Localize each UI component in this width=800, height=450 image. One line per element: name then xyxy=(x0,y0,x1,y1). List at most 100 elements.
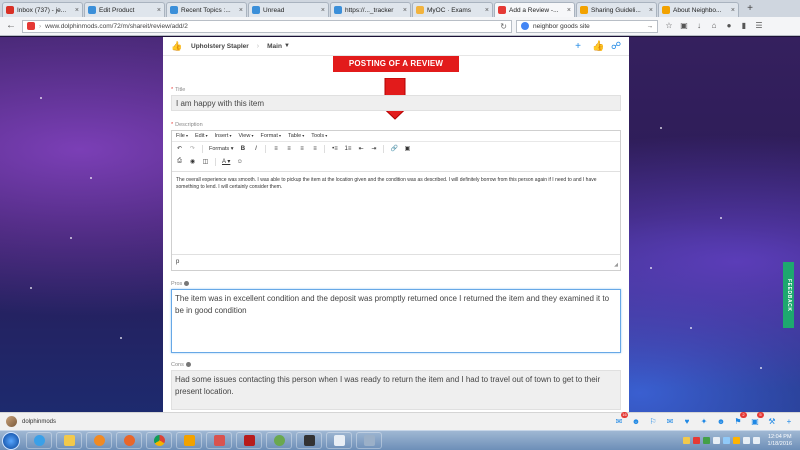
people-icon[interactable]: ☻ xyxy=(716,417,726,427)
browser-tab[interactable]: https://..._tracker × xyxy=(330,2,411,17)
taskbar-media[interactable] xyxy=(86,432,112,449)
browser-tab[interactable]: Sharing Guideli... × xyxy=(576,2,657,17)
tray-icon[interactable] xyxy=(712,437,720,444)
browser-tab[interactable]: Recent Topics :... × xyxy=(166,2,247,17)
close-icon[interactable]: × xyxy=(75,7,79,14)
title-input[interactable]: I am happy with this item xyxy=(171,95,621,111)
heart-icon[interactable]: ♥ xyxy=(682,417,692,427)
numbered-list-icon[interactable]: 1≡ xyxy=(344,146,352,152)
chat-icon[interactable]: ✉ xyxy=(665,417,675,427)
align-center-icon[interactable]: ≡ xyxy=(285,146,292,152)
plus-icon[interactable]: + xyxy=(784,417,794,427)
username[interactable]: dolphinmods xyxy=(22,419,56,425)
close-icon[interactable]: × xyxy=(321,7,325,14)
formats-dropdown[interactable]: Formats ▾ xyxy=(209,146,233,152)
feedback-tab[interactable]: FEEDBACK xyxy=(783,262,794,328)
chat-icon[interactable]: ● xyxy=(724,21,734,31)
search-input[interactable]: neighbor goods site → xyxy=(516,19,658,33)
taskbar-notepad[interactable] xyxy=(326,432,352,449)
taskbar-firefox[interactable] xyxy=(116,432,142,449)
browser-tab[interactable]: Unread × xyxy=(248,2,329,17)
emoticon-icon[interactable]: ☺ xyxy=(236,159,243,165)
close-icon[interactable]: × xyxy=(567,7,571,14)
info-icon[interactable] xyxy=(184,281,190,287)
star-icon[interactable]: ☆ xyxy=(664,21,674,31)
italic-icon[interactable]: I xyxy=(252,146,259,152)
image-icon[interactable]: ▣ xyxy=(404,145,411,152)
editor-menu-item[interactable]: Table xyxy=(288,133,304,139)
close-icon[interactable]: × xyxy=(157,7,161,14)
share-icon[interactable]: ☍ xyxy=(611,41,621,52)
taskbar-explorer[interactable] xyxy=(56,432,82,449)
network-icon[interactable] xyxy=(752,437,760,444)
notifications-icon[interactable]: ⚑ 2 xyxy=(733,411,747,427)
home-icon[interactable]: ⌂ xyxy=(709,21,719,31)
editor-menu-item[interactable]: Insert xyxy=(215,133,232,139)
align-right-icon[interactable]: ≡ xyxy=(298,146,305,152)
tray-icon[interactable] xyxy=(732,437,740,444)
reading-list-icon[interactable]: ▣ xyxy=(679,21,689,31)
browser-tab[interactable]: Add a Review -... × xyxy=(494,2,575,17)
taskbar-paint[interactable] xyxy=(206,432,232,449)
new-tab-button[interactable]: + xyxy=(744,3,756,15)
browser-tab[interactable]: MyOC · Exams × xyxy=(412,2,493,17)
editor-menu-item[interactable]: Tools xyxy=(311,133,327,139)
taskbar-ie[interactable] xyxy=(26,432,52,449)
breadcrumb-item[interactable]: Upholstery Stapler xyxy=(191,43,249,50)
outdent-icon[interactable]: ⇤ xyxy=(357,145,364,152)
taskbar-outlook[interactable] xyxy=(176,432,202,449)
tray-icon[interactable] xyxy=(682,437,690,444)
address-bar[interactable]: › www.dolphinmods.com/72/m/shareit/revie… xyxy=(22,19,512,33)
print-icon[interactable]: ⎙ xyxy=(176,158,183,165)
site-identity-icon[interactable] xyxy=(27,22,35,30)
bookmark-icon[interactable]: ▮ xyxy=(739,21,749,31)
close-icon[interactable]: × xyxy=(485,7,489,14)
editor-menu-item[interactable]: Format xyxy=(260,133,281,139)
volume-icon[interactable] xyxy=(742,437,750,444)
wrench-icon[interactable]: ⚒ xyxy=(767,417,777,427)
pros-textarea[interactable]: The item was in excellent condition and … xyxy=(171,289,621,353)
preview-icon[interactable]: ◉ xyxy=(189,158,196,165)
text-color-icon[interactable]: A ▾ xyxy=(222,158,230,165)
link-icon[interactable]: 🔗 xyxy=(390,145,397,152)
breadcrumb-section[interactable]: Main xyxy=(267,43,282,50)
description-text-area[interactable]: The overall experience was smooth. I was… xyxy=(172,171,620,255)
close-icon[interactable]: × xyxy=(239,7,243,14)
cart-icon[interactable]: ▣ 5 xyxy=(750,411,764,427)
media-icon[interactable]: ◫ xyxy=(202,158,209,165)
editor-menu-item[interactable]: File xyxy=(176,133,188,139)
browser-tab[interactable]: Inbox (737) - je... × xyxy=(2,2,83,17)
clock[interactable]: 12:04 PM 1/18/2016 xyxy=(768,434,792,448)
megaphone-icon[interactable]: ⚐ xyxy=(648,417,658,427)
close-icon[interactable]: × xyxy=(731,7,735,14)
taskbar-frog[interactable] xyxy=(266,432,292,449)
users-icon[interactable]: ☻ xyxy=(631,417,641,427)
reload-icon[interactable]: ↻ xyxy=(500,22,507,31)
taskbar-filezilla[interactable] xyxy=(236,432,262,449)
bold-icon[interactable]: B xyxy=(239,146,246,152)
bullet-list-icon[interactable]: •≡ xyxy=(331,146,338,152)
editor-menu-item[interactable]: Edit xyxy=(195,133,208,139)
resize-handle-icon[interactable]: ◢ xyxy=(614,262,618,268)
download-icon[interactable]: ↓ xyxy=(694,21,704,31)
taskbar-terminal[interactable] xyxy=(296,432,322,449)
plus-icon[interactable]: + xyxy=(573,41,583,52)
forward-arrow-icon[interactable]: → xyxy=(647,23,654,30)
browser-tab[interactable]: Edit Product × xyxy=(84,2,165,17)
align-left-icon[interactable]: ≡ xyxy=(272,146,279,152)
editor-menu-item[interactable]: View xyxy=(239,133,254,139)
menu-icon[interactable]: ☰ xyxy=(754,21,764,31)
browser-tab[interactable]: About Neighbo... × xyxy=(658,2,739,17)
align-justify-icon[interactable]: ≡ xyxy=(311,146,318,152)
back-icon[interactable]: ← xyxy=(4,19,18,33)
undo-icon[interactable]: ↶ xyxy=(176,145,183,152)
cons-textarea[interactable]: Had some issues contacting this person w… xyxy=(171,370,621,410)
like-icon[interactable]: 👍 xyxy=(592,41,604,52)
tray-icon[interactable] xyxy=(702,437,710,444)
tray-icon[interactable] xyxy=(692,437,700,444)
avatar[interactable] xyxy=(6,416,17,427)
taskbar-chrome[interactable] xyxy=(146,432,172,449)
close-icon[interactable]: × xyxy=(649,7,653,14)
mail-icon[interactable]: ✉ 16 xyxy=(614,411,628,427)
indent-icon[interactable]: ⇥ xyxy=(370,145,377,152)
